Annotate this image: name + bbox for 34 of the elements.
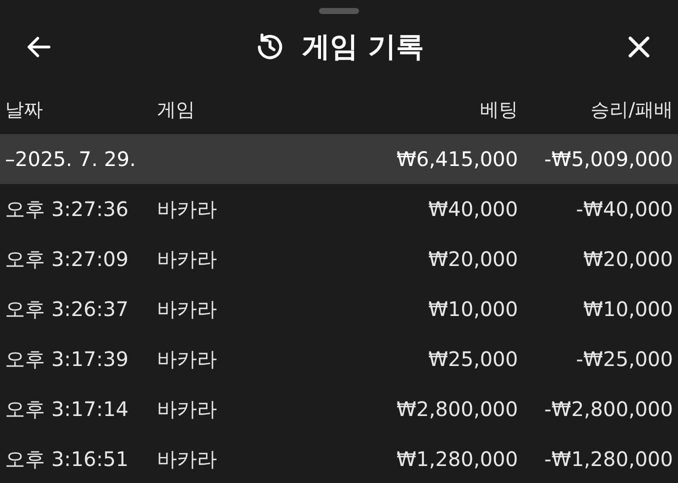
time-cell-text: 오후 3:27:36 xyxy=(5,196,130,223)
result-cell-text: -₩25,000 xyxy=(575,346,673,373)
bet-cell-text: ₩1,280,000 xyxy=(395,446,518,473)
game-cell-text: 바카라 xyxy=(157,246,218,273)
group-date: –2025. 7. 29. xyxy=(5,146,137,173)
bet-total: ₩6,415,000 xyxy=(395,146,518,173)
bet-cell-text: ₩25,000 xyxy=(427,346,518,373)
bet-cell-text: ₩2,800,000 xyxy=(395,396,518,423)
date-group-row[interactable]: –2025. 7. 29. ₩6,415,000 -₩5,009,000 xyxy=(0,134,678,184)
window-title: 게임 기록 xyxy=(302,29,424,65)
game-cell-text: 바카라 xyxy=(157,396,218,423)
time-cell-text: 오후 3:17:39 xyxy=(5,346,130,373)
result-cell-text: ₩20,000 xyxy=(582,246,673,273)
time-cell-text: 오후 3:16:51 xyxy=(5,446,130,473)
game-cell-text: 바카라 xyxy=(157,346,218,373)
column-header: 승리/패배 xyxy=(590,98,673,123)
column-header: 게임 xyxy=(157,98,196,123)
column-header: 날짜 xyxy=(5,98,44,123)
game-cell-text: 바카라 xyxy=(157,446,218,473)
bet-cell-text: ₩20,000 xyxy=(427,246,518,273)
result-total: -₩5,009,000 xyxy=(543,146,673,173)
bet-cell-text: ₩40,000 xyxy=(427,196,518,223)
result-cell-text: -₩2,800,000 xyxy=(543,396,673,423)
game-cell-text: 바카라 xyxy=(157,196,218,223)
column-header: 베팅 xyxy=(479,98,518,123)
result-cell-text: -₩1,280,000 xyxy=(543,446,673,473)
time-cell-text: 오후 3:27:09 xyxy=(5,246,130,273)
game-cell-text: 바카라 xyxy=(157,296,218,323)
time-cell-text: 오후 3:26:37 xyxy=(5,296,130,323)
result-cell-text: ₩10,000 xyxy=(582,296,673,323)
bet-cell-text: ₩10,000 xyxy=(427,296,518,323)
time-cell-text: 오후 3:17:14 xyxy=(5,396,130,423)
result-cell-text: -₩40,000 xyxy=(575,196,673,223)
drag-handle[interactable] xyxy=(319,8,359,14)
